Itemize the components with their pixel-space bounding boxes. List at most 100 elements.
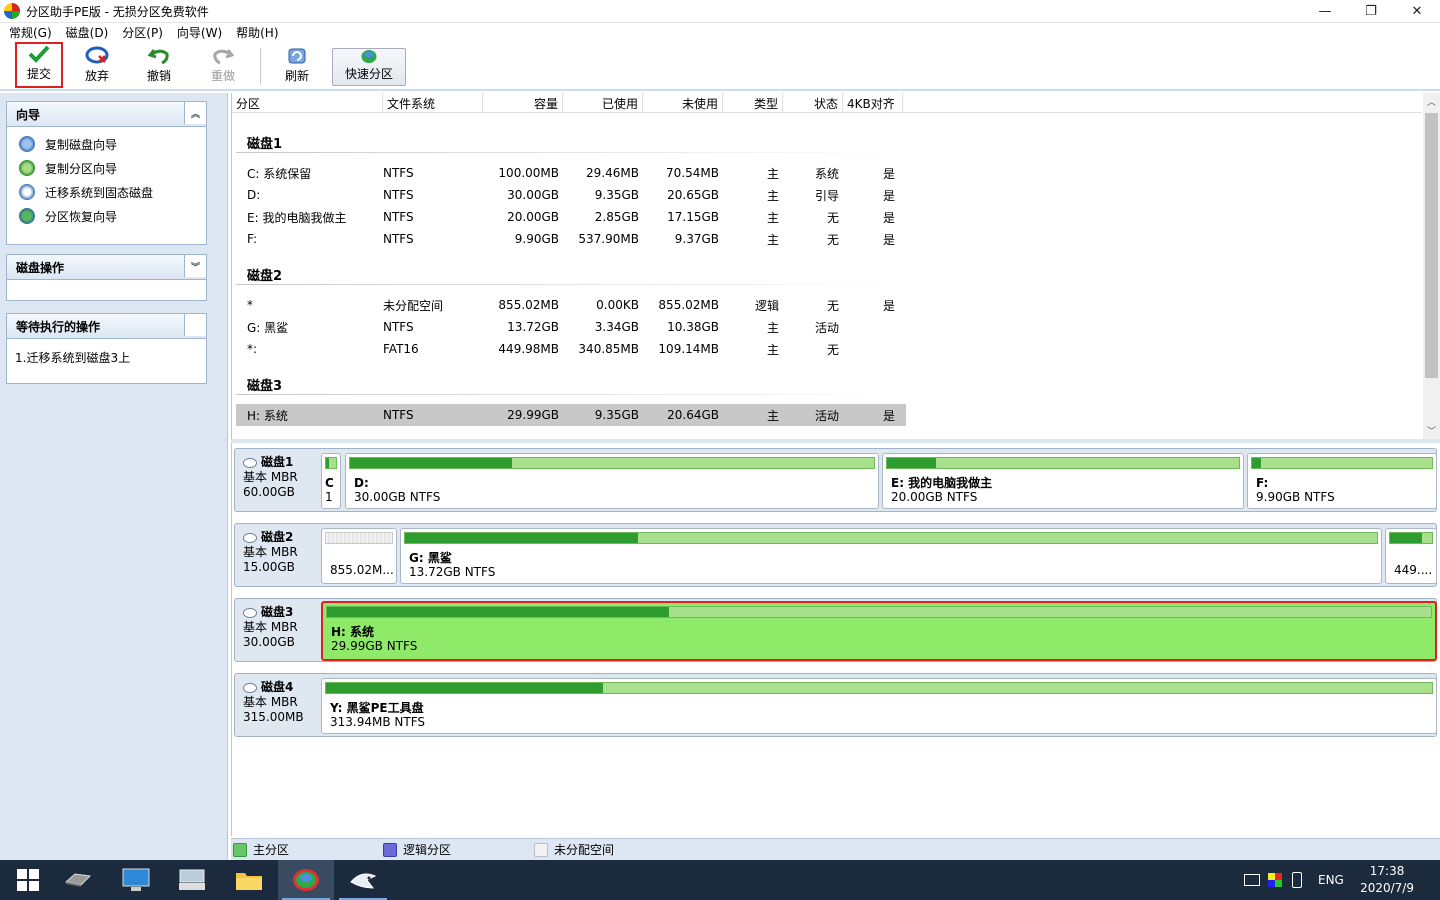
usb-icon[interactable]: [1292, 872, 1302, 888]
cell-used: 340.85MB: [578, 342, 639, 356]
color-icon[interactable]: [1268, 873, 1282, 887]
cell-align: 是: [882, 210, 895, 225]
column-partition[interactable]: 分区: [232, 93, 383, 113]
partition-row[interactable]: H: 系统 NTFS 29.99GB 9.35GB 20.64GB 主 活动 是: [236, 404, 906, 426]
cell-status: 无: [826, 232, 839, 247]
partition-recovery-wizard[interactable]: 分区恢复向导: [7, 204, 206, 228]
discard-button[interactable]: 放弃: [72, 44, 122, 88]
partition-block[interactable]: F: 9.90GB NTFS: [1247, 453, 1437, 509]
cell-filesystem: NTFS: [383, 210, 414, 224]
network-icon[interactable]: [1244, 874, 1260, 886]
refresh-button[interactable]: 刷新: [272, 44, 322, 88]
unallocated-block[interactable]: 855.02M...: [321, 528, 397, 584]
column-type[interactable]: 类型: [723, 93, 783, 113]
menu-help[interactable]: 帮助(H): [231, 24, 283, 41]
menu-partition[interactable]: 分区(P): [117, 24, 168, 41]
menu-bar: 常规(G) 磁盘(D) 分区(P) 向导(W) 帮助(H): [0, 23, 1440, 42]
disk-group-title[interactable]: 磁盘1: [247, 133, 282, 152]
column-4kb-align[interactable]: 4KB对齐: [843, 93, 903, 113]
column-unused[interactable]: 未使用: [643, 93, 723, 113]
partition-block[interactable]: H: 系统 29.99GB NTFS: [321, 601, 1437, 661]
cell-unused: 109.14MB: [658, 342, 719, 356]
migrate-os-to-ssd-wizard[interactable]: 迁移系统到固态磁盘: [7, 180, 206, 204]
hard-disk-icon: [243, 682, 257, 693]
partition-info: 20.00GB NTFS: [891, 490, 978, 504]
close-button[interactable]: ✕: [1394, 0, 1440, 23]
partition-block[interactable]: D: 30.00GB NTFS: [345, 453, 879, 509]
copy-disk-wizard[interactable]: 复制磁盘向导: [7, 132, 206, 156]
folder-icon: [236, 873, 262, 890]
disk-copy-icon: [19, 136, 35, 152]
pending-ops-panel-header: 等待执行的操作: [7, 314, 206, 339]
vertical-scrollbar[interactable]: ︿ ﹀: [1423, 93, 1440, 439]
pending-toggle-icon[interactable]: [184, 314, 206, 336]
cell-filesystem: NTFS: [383, 166, 414, 180]
partition-row[interactable]: F: NTFS 9.90GB 537.90MB 9.37GB 主 无 是: [236, 228, 906, 250]
clock[interactable]: 17:38 2020/7/9: [1360, 863, 1414, 897]
undo-button[interactable]: 撤销: [134, 44, 184, 88]
pending-operation-item[interactable]: 1.迁移系统到磁盘3上: [7, 339, 206, 376]
disk-group-title[interactable]: 磁盘2: [247, 265, 282, 284]
migrate-icon: [19, 184, 35, 200]
partition-row[interactable]: E: 我的电脑我做主 NTFS 20.00GB 2.85GB 17.15GB 主 无 是: [236, 206, 906, 228]
taskbar-partition-assistant[interactable]: [278, 860, 334, 900]
taskbar-explorer-app[interactable]: [221, 860, 277, 900]
partition-block[interactable]: 449....: [1385, 528, 1437, 584]
taskbar-shark-app[interactable]: [335, 860, 391, 900]
partition-row[interactable]: * 未分配空间 855.02MB 0.00KB 855.02MB 逻辑 无 是: [236, 294, 906, 316]
disk-row[interactable]: 磁盘1 基本 MBR 60.00GB C 1 D: 30.00GB NTFS E: 我的电脑我…: [234, 448, 1437, 512]
partition-row[interactable]: C: 系统保留 NTFS 100.00MB 29.46MB 70.54MB 主 系统 是: [236, 162, 906, 184]
legend-primary: 主分区: [233, 841, 289, 858]
disk-row[interactable]: 磁盘2 基本 MBR 15.00GB 855.02M... G: 黑鲨 13.72GB N…: [234, 523, 1437, 587]
menu-disk[interactable]: 磁盘(D): [61, 24, 114, 41]
redo-button[interactable]: 重做: [198, 44, 248, 88]
cell-unused: 20.65GB: [667, 188, 719, 202]
column-used[interactable]: 已使用: [563, 93, 643, 113]
collapse-icon[interactable]: ︽: [184, 102, 206, 124]
maximize-button[interactable]: ❐: [1348, 0, 1394, 23]
partition-block[interactable]: G: 黑鲨 13.72GB NTFS: [400, 528, 1382, 584]
wizard-panel: 向导 ︽ 复制磁盘向导 复制分区向导 迁移系统到固态磁盘 分区恢复向导: [6, 101, 207, 245]
cell-status: 无: [826, 210, 839, 225]
disk-info[interactable]: 磁盘4 基本 MBR 315.00MB: [235, 674, 319, 736]
quick-partition-button[interactable]: 快速分区: [332, 48, 406, 86]
menu-wizard[interactable]: 向导(W): [172, 24, 227, 41]
partition-block[interactable]: C1: [321, 453, 341, 509]
taskbar-drive-app[interactable]: [50, 860, 106, 900]
cell-unused: 20.64GB: [667, 408, 719, 422]
column-capacity[interactable]: 容量: [483, 93, 563, 113]
minimize-button[interactable]: —: [1302, 0, 1348, 23]
partition-row[interactable]: D: NTFS 30.00GB 9.35GB 20.65GB 主 引导 是: [236, 184, 906, 206]
start-button[interactable]: [0, 860, 56, 900]
taskbar-computer-app[interactable]: [108, 860, 164, 900]
disk-info[interactable]: 磁盘1 基本 MBR 60.00GB: [235, 449, 319, 511]
menu-general[interactable]: 常规(G): [4, 24, 57, 41]
column-filesystem[interactable]: 文件系统: [383, 93, 483, 113]
disk-info[interactable]: 磁盘2 基本 MBR 15.00GB: [235, 524, 319, 586]
disk-row[interactable]: 磁盘4 基本 MBR 315.00MB Y: 黑鲨PE工具盘 313.94MB NTFS: [234, 673, 1437, 737]
disk-info[interactable]: 磁盘3 基本 MBR 30.00GB: [235, 599, 319, 661]
expand-icon[interactable]: ︾: [184, 255, 206, 277]
scrollbar-thumb[interactable]: [1425, 113, 1438, 378]
scroll-down-icon[interactable]: ﹀: [1423, 422, 1440, 439]
partition-block[interactable]: Y: 黑鲨PE工具盘 313.94MB NTFS: [321, 678, 1437, 734]
hard-disk-icon: [243, 457, 257, 468]
keyboard-icon: [179, 869, 205, 890]
disk-type: 基本 MBR: [243, 470, 298, 484]
cell-used: 29.46MB: [586, 166, 639, 180]
cell-unused: 17.15GB: [667, 210, 719, 224]
disk-row[interactable]: 磁盘3 基本 MBR 30.00GB H: 系统 29.99GB NTFS: [234, 598, 1437, 662]
taskbar-keyboard-app[interactable]: [164, 860, 220, 900]
scroll-up-icon[interactable]: ︿: [1423, 93, 1440, 110]
window-title: 分区助手PE版 - 无损分区免费软件: [26, 4, 209, 19]
cell-status: 无: [826, 342, 839, 357]
column-status[interactable]: 状态: [783, 93, 843, 113]
usage-bar: [404, 532, 1378, 544]
partition-row[interactable]: G: 黑鲨 NTFS 13.72GB 3.34GB 10.38GB 主 活动: [236, 316, 906, 338]
partition-row[interactable]: *: FAT16 449.98MB 340.85MB 109.14MB 主 无: [236, 338, 906, 360]
disk-group-title[interactable]: 磁盘3: [247, 375, 282, 394]
language-indicator[interactable]: ENG: [1318, 873, 1344, 887]
partition-block[interactable]: E: 我的电脑我做主 20.00GB NTFS: [882, 453, 1244, 509]
submit-button[interactable]: 提交: [15, 42, 63, 88]
copy-partition-wizard[interactable]: 复制分区向导: [7, 156, 206, 180]
